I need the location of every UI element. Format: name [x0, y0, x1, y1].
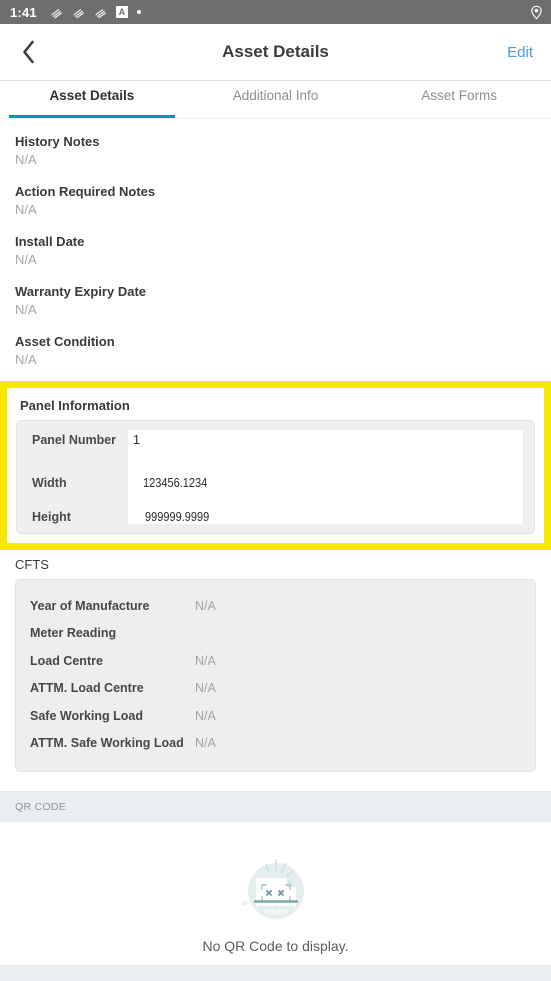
cfts-row-attm-safe-working-load: ATTM. Safe Working Load N/A [16, 730, 535, 758]
field-value: N/A [15, 252, 37, 267]
cfts-row-value: N/A [195, 653, 216, 668]
cfts-row-safe-working-load: Safe Working Load N/A [16, 702, 535, 730]
panel-height-input[interactable]: 999999.9999 [128, 510, 534, 524]
field-history-notes: History Notes N/A [15, 133, 536, 169]
tab-label: Asset Details [49, 88, 135, 103]
cfts-row-year-of-manufacture: Year of Manufacture N/A [16, 592, 535, 620]
tab-label: Asset Forms [421, 88, 498, 103]
field-label: Asset Condition [15, 334, 115, 349]
app-swirl-icon [95, 8, 106, 18]
panel-row-width: Width 123456.1234 [17, 465, 534, 501]
page-title: Asset Details [222, 42, 329, 61]
tab-active-indicator [9, 115, 175, 118]
panel-information-card: Panel Number 1 Width 123456.1234 Height … [16, 420, 535, 534]
field-label: Warranty Expiry Date [15, 284, 147, 299]
panel-height-value: 999999.9999 [145, 510, 210, 524]
field-value: N/A [15, 202, 37, 217]
panel-row-panel-number: Panel Number 1 [17, 421, 534, 465]
dot-icon [136, 10, 141, 14]
status-bar-right-icons [530, 5, 543, 20]
field-value: N/A [15, 302, 37, 317]
tab-label: Additional Info [232, 88, 319, 103]
cfts-row-value: N/A [195, 598, 216, 613]
cfts-row-value: N/A [195, 736, 216, 751]
panel-information-highlight: Panel Information Panel Number 1 Width 1… [0, 381, 551, 550]
edit-button[interactable]: Edit [507, 44, 533, 61]
panel-row-label: Height [32, 510, 71, 524]
cfts-row-label: Load Centre [30, 653, 103, 668]
cfts-card: Year of Manufacture N/A Meter Reading Lo… [15, 579, 536, 772]
panel-number-input[interactable]: 1 [128, 421, 534, 447]
asset-details-field-list: History Notes N/A Action Required Notes … [0, 119, 551, 369]
cfts-row-label: ATTM. Safe Working Load [30, 736, 184, 751]
panel-row-height: Height 999999.9999 [17, 501, 534, 533]
location-pin-icon [531, 5, 542, 19]
cfts-title: CFTS [15, 557, 49, 572]
tab-additional-info[interactable]: Additional Info [184, 81, 368, 118]
panel-row-label: Panel Number [32, 433, 117, 447]
app-swirl-icon [73, 8, 84, 18]
field-label: Action Required Notes [15, 184, 156, 199]
cfts-row-meter-reading: Meter Reading [16, 620, 535, 648]
cfts-row-load-centre: Load Centre N/A [16, 647, 535, 675]
tab-asset-details[interactable]: Asset Details [0, 81, 184, 118]
qr-code-empty-state: No QR Code to display. [0, 822, 551, 980]
field-label: Install Date [15, 234, 85, 249]
back-button[interactable] [0, 24, 56, 80]
status-bar-notification-icons: A [50, 6, 141, 19]
panel-row-label: Width [32, 476, 67, 490]
cfts-row-value: N/A [195, 708, 216, 723]
asset-details-screen: 1:41 A Asset Details Edit Asset Details … [0, 0, 551, 981]
qr-code-header-label: QR CODE [15, 800, 67, 813]
field-asset-condition: Asset Condition N/A [15, 333, 536, 369]
tab-bar: Asset Details Additional Info Asset Form… [0, 81, 551, 119]
qr-code-empty-message: No QR Code to display. [202, 938, 349, 954]
chevron-left-icon [22, 40, 34, 64]
field-label: History Notes [15, 134, 100, 149]
tab-asset-forms[interactable]: Asset Forms [367, 81, 551, 118]
app-swirl-icon [51, 8, 62, 18]
status-bar: 1:41 A [0, 0, 551, 24]
cfts-row-label: Safe Working Load [30, 708, 143, 723]
broken-qr-document-icon [242, 859, 304, 919]
cfts-section: CFTS Year of Manufacture N/A Meter Readi… [0, 550, 551, 772]
panel-width-value: 123456.1234 [143, 476, 208, 490]
navigation-bar: Asset Details Edit [0, 24, 551, 81]
panel-width-input[interactable]: 123456.1234 [128, 476, 534, 490]
field-value: N/A [15, 152, 37, 167]
bottom-bar [0, 965, 551, 981]
cfts-row-value: N/A [195, 681, 216, 696]
field-warranty-expiry-date: Warranty Expiry Date N/A [15, 283, 536, 319]
status-bar-clock: 1:41 [10, 4, 37, 20]
field-action-required-notes: Action Required Notes N/A [15, 183, 536, 219]
qr-code-section-header: QR CODE [0, 791, 551, 822]
field-install-date: Install Date N/A [15, 233, 536, 269]
cfts-row-label: Year of Manufacture [30, 598, 150, 613]
panel-information-title: Panel Information [20, 398, 130, 413]
cfts-row-label: Meter Reading [30, 626, 117, 641]
cfts-row-label: ATTM. Load Centre [30, 681, 144, 696]
field-value: N/A [15, 352, 37, 367]
cfts-row-attm-load-centre: ATTM. Load Centre N/A [16, 675, 535, 703]
boxed-a-icon: A [115, 6, 128, 18]
